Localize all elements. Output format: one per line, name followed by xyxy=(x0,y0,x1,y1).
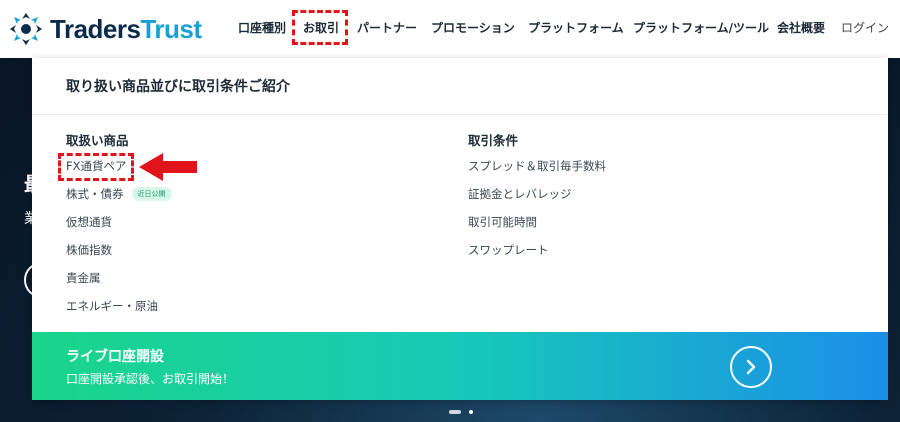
menu-item-energy[interactable]: エネルギー・原油 xyxy=(66,292,172,320)
nav-platform-tools[interactable]: プラットフォーム/ツール xyxy=(633,19,769,36)
highlight-box-fx-pairs xyxy=(58,153,134,181)
nav-promotion[interactable]: プロモーション xyxy=(431,19,515,36)
menu-item-label: 貴金属 xyxy=(66,271,101,285)
menu-item-label: 株価指数 xyxy=(66,243,112,257)
menu-item-margin-leverage[interactable]: 証拠金とレバレッジ xyxy=(468,180,606,208)
panel-title: 取り扱い商品並びに取引条件ご紹介 xyxy=(66,79,290,95)
products-heading: 取扱い商品 xyxy=(66,133,129,148)
menu-item-label: エネルギー・原油 xyxy=(66,299,158,313)
menu-item-spreads-commission[interactable]: スプレッド＆取引毎手数料 xyxy=(468,152,606,180)
panel-divider xyxy=(32,114,888,115)
carousel-dot-active[interactable] xyxy=(449,410,461,414)
logo-word-traders: Traders xyxy=(50,13,141,44)
menu-item-crypto[interactable]: 仮想通貨 xyxy=(66,208,172,236)
nav-partner[interactable]: パートナー xyxy=(357,19,417,36)
menu-item-label: スプレッド＆取引毎手数料 xyxy=(468,159,606,173)
open-live-account-banner[interactable]: ライブ口座開設 口座開設承認後、お取引開始！ xyxy=(32,332,888,400)
nav-login[interactable]: ログイン xyxy=(841,19,889,36)
menu-item-label: 証拠金とレバレッジ xyxy=(468,187,572,201)
logo-wordmark: TradersTrust xyxy=(50,14,202,45)
site-logo[interactable]: TradersTrust xyxy=(8,12,202,46)
menu-item-label: スワップレート xyxy=(468,243,549,257)
nav-account-types[interactable]: 口座種別 xyxy=(238,19,286,36)
menu-item-metals[interactable]: 貴金属 xyxy=(66,264,172,292)
carousel-dots xyxy=(449,410,473,414)
logo-word-trust: Trust xyxy=(140,13,202,44)
menu-item-trading-hours[interactable]: 取引可能時間 xyxy=(468,208,606,236)
logo-icon xyxy=(10,13,42,45)
carousel-dot[interactable] xyxy=(469,410,473,414)
highlight-box-nav xyxy=(292,10,348,45)
nav-platform[interactable]: プラットフォーム xyxy=(528,19,624,36)
coming-soon-badge: 近日公開 xyxy=(131,187,172,201)
red-arrow-icon xyxy=(139,153,197,181)
menu-item-label: 株式・債券 xyxy=(66,187,124,201)
menu-item-label: 取引可能時間 xyxy=(468,215,537,229)
cta-arrow-button[interactable] xyxy=(730,346,772,388)
conditions-column: 取引条件 スプレッド＆取引毎手数料 証拠金とレバレッジ 取引可能時間 スワップレ… xyxy=(468,130,606,264)
chevron-right-icon xyxy=(746,359,756,375)
nav-company[interactable]: 会社概要 xyxy=(777,19,825,36)
site-header: TradersTrust 口座種別 お取引 パートナー プロモーション プラット… xyxy=(0,0,900,58)
cta-title: ライブ口座開設 xyxy=(66,349,164,365)
menu-item-stocks-bonds[interactable]: 株式・債券 近日公開 xyxy=(66,180,172,208)
menu-item-label: 仮想通貨 xyxy=(66,215,112,229)
menu-item-indices[interactable]: 株価指数 xyxy=(66,236,172,264)
menu-item-swap-rates[interactable]: スワップレート xyxy=(468,236,606,264)
cta-subtitle: 口座開設承認後、お取引開始！ xyxy=(66,372,235,386)
conditions-heading: 取引条件 xyxy=(468,133,519,148)
